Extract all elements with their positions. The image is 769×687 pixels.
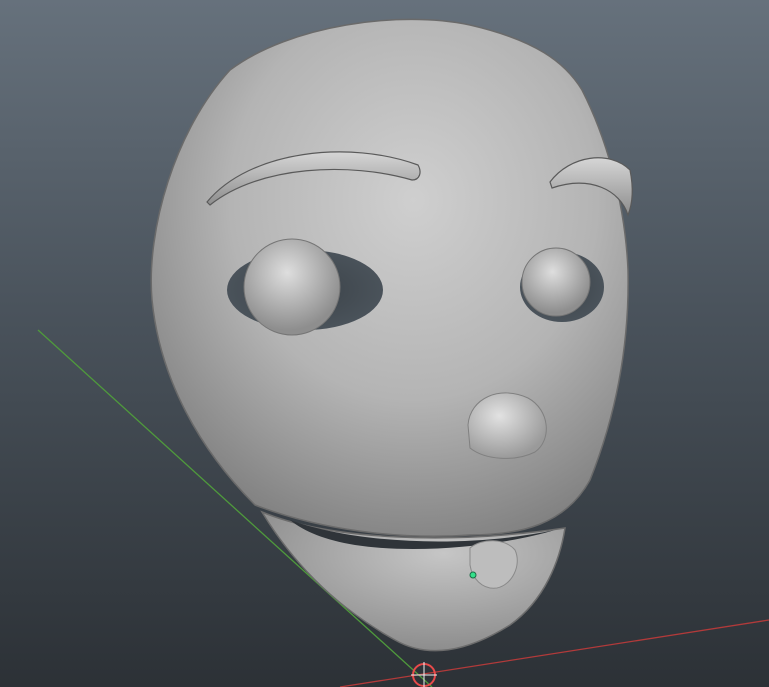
selected-vertex[interactable] [469,571,477,579]
nose-mesh[interactable] [467,392,547,459]
3d-viewport[interactable] [0,0,769,687]
viewport-scene[interactable] [0,0,769,687]
left-eyeball[interactable] [243,238,341,336]
pivot-target-icon[interactable] [411,662,437,687]
right-eyeball[interactable] [521,247,591,317]
